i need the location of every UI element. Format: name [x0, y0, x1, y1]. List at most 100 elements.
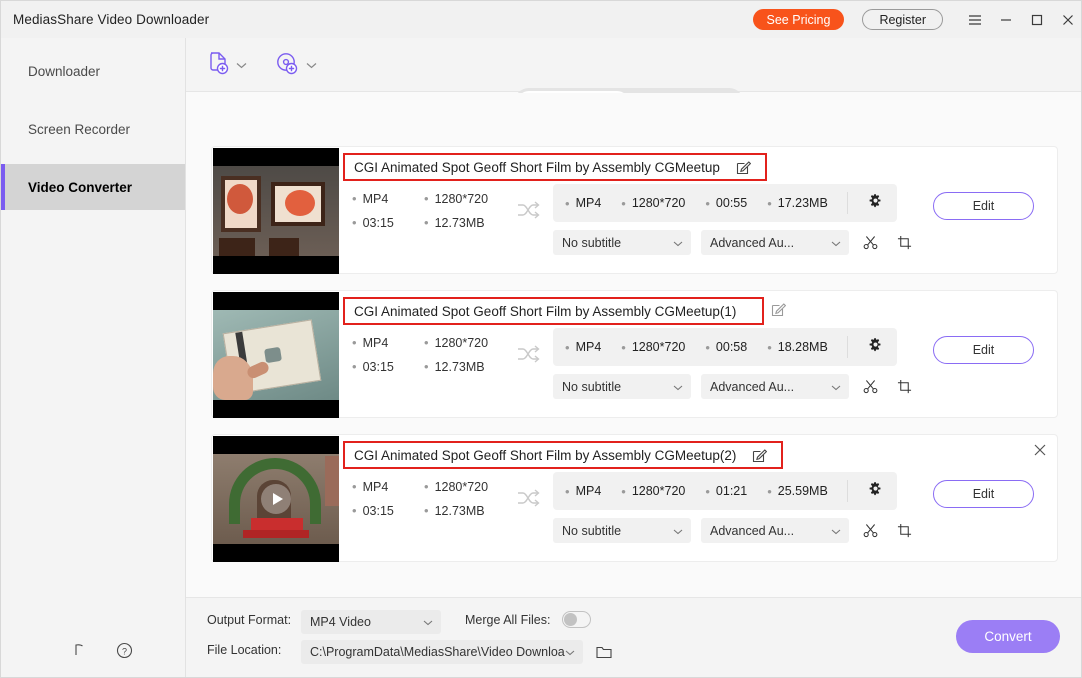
- chevron-down-icon: [673, 380, 683, 394]
- add-disc-button[interactable]: [276, 51, 317, 80]
- svg-text:?: ?: [121, 646, 126, 656]
- output-format-label: Output Format:: [207, 613, 291, 627]
- audio-select[interactable]: Advanced Au...: [701, 230, 849, 255]
- trim-scissors-icon[interactable]: [857, 374, 883, 399]
- divider: [847, 336, 848, 358]
- source-format: MP4: [352, 479, 424, 494]
- chevron-down-icon: [673, 524, 683, 538]
- minimize-icon[interactable]: [990, 1, 1021, 38]
- crop-icon[interactable]: [891, 518, 917, 543]
- edit-button[interactable]: Edit: [933, 192, 1034, 220]
- output-format-select[interactable]: MP4 Video: [301, 610, 441, 634]
- source-resolution: 1280*720: [424, 335, 488, 350]
- target-metadata: MP4 1280*720 00:55 17.23MB: [553, 184, 897, 222]
- file-title-highlight: CGI Animated Spot Geoff Short Film by As…: [343, 297, 764, 325]
- manual-book-icon[interactable]: [61, 635, 103, 665]
- sidebar-item-label: Screen Recorder: [28, 122, 130, 137]
- file-location-select[interactable]: C:\ProgramData\MediasShare\Video Downloa: [301, 640, 583, 664]
- subtitle-select[interactable]: No subtitle: [553, 374, 691, 399]
- gear-icon[interactable]: [868, 193, 883, 213]
- meta-row: 03:15 12.73MB: [352, 359, 502, 374]
- chevron-down-icon[interactable]: [236, 62, 247, 69]
- target-size: 25.59MB: [767, 484, 828, 499]
- chevron-down-icon[interactable]: [306, 62, 317, 69]
- register-button[interactable]: Register: [862, 9, 943, 30]
- browse-folder-icon[interactable]: [592, 640, 616, 664]
- edit-button[interactable]: Edit: [933, 480, 1034, 508]
- convert-button[interactable]: Convert: [956, 620, 1060, 653]
- target-resolution: 1280*720: [621, 484, 685, 499]
- toggle-knob: [564, 613, 577, 626]
- conversion-list: CGI Animated Spot Geoff Short Film by As…: [186, 93, 1082, 634]
- gear-icon[interactable]: [868, 481, 883, 501]
- meta-row: MP4 1280*720: [352, 479, 502, 494]
- subtitle-value: No subtitle: [562, 236, 621, 250]
- rename-icon[interactable]: [736, 160, 751, 175]
- target-metadata: MP4 1280*720 01:21 25.59MB: [553, 472, 897, 510]
- file-title-highlight: CGI Animated Spot Geoff Short Film by As…: [343, 153, 767, 181]
- play-icon[interactable]: [261, 484, 291, 514]
- crop-icon[interactable]: [891, 230, 917, 255]
- title-bar: MediasShare Video Downloader See Pricing…: [1, 1, 1082, 38]
- rename-icon[interactable]: [752, 448, 767, 463]
- chevron-down-icon: [673, 236, 683, 250]
- source-metadata: MP4 1280*720 03:15 12.73MB: [352, 191, 502, 239]
- chevron-down-icon: [831, 524, 841, 538]
- file-location-value: C:\ProgramData\MediasShare\Video Downloa: [310, 645, 565, 659]
- source-size: 12.73MB: [424, 215, 485, 230]
- thumbnail-image: [213, 166, 339, 256]
- video-thumbnail[interactable]: [213, 148, 339, 274]
- maximize-icon[interactable]: [1021, 1, 1052, 38]
- audio-value: Advanced Au...: [710, 524, 794, 538]
- trim-scissors-icon[interactable]: [857, 518, 883, 543]
- trim-scissors-icon[interactable]: [857, 230, 883, 255]
- sidebar-footer-icons: ?: [1, 635, 186, 665]
- divider: [847, 480, 848, 502]
- convert-arrows-icon[interactable]: [516, 200, 540, 225]
- add-file-button[interactable]: [208, 51, 247, 80]
- source-duration: 03:15: [352, 359, 424, 374]
- target-format: MP4: [565, 340, 601, 355]
- file-location-label: File Location:: [207, 643, 281, 657]
- sidebar-item-downloader[interactable]: Downloader: [1, 48, 185, 94]
- convert-arrows-icon[interactable]: [516, 488, 540, 513]
- convert-arrows-icon[interactable]: [516, 344, 540, 369]
- audio-select[interactable]: Advanced Au...: [701, 374, 849, 399]
- video-thumbnail[interactable]: [213, 436, 339, 562]
- sidebar-item-screen-recorder[interactable]: Screen Recorder: [1, 106, 185, 152]
- merge-all-files-label: Merge All Files:: [465, 613, 550, 627]
- close-icon[interactable]: [1052, 1, 1082, 38]
- table-row: CGI Animated Spot Geoff Short Film by As…: [211, 290, 1058, 418]
- crop-icon[interactable]: [891, 374, 917, 399]
- chevron-down-icon: [423, 615, 433, 629]
- subtitle-select[interactable]: No subtitle: [553, 518, 691, 543]
- app-title: MediasShare Video Downloader: [13, 12, 209, 27]
- sidebar-item-video-converter[interactable]: Video Converter: [1, 164, 185, 210]
- menu-icon[interactable]: [959, 1, 990, 38]
- remove-item-icon[interactable]: [1029, 439, 1051, 461]
- thumbnail-image: [213, 310, 339, 400]
- audio-value: Advanced Au...: [710, 236, 794, 250]
- edit-button[interactable]: Edit: [933, 336, 1034, 364]
- source-size: 12.73MB: [424, 503, 485, 518]
- target-duration: 00:58: [705, 340, 747, 355]
- see-pricing-button[interactable]: See Pricing: [753, 9, 845, 30]
- target-resolution: 1280*720: [621, 340, 685, 355]
- main-panel: Converting Finished CGI Animat: [186, 38, 1082, 678]
- audio-select[interactable]: Advanced Au...: [701, 518, 849, 543]
- sidebar-item-label: Downloader: [28, 64, 100, 79]
- subtitle-select[interactable]: No subtitle: [553, 230, 691, 255]
- divider: [847, 192, 848, 214]
- video-thumbnail[interactable]: [213, 292, 339, 418]
- rename-icon[interactable]: [771, 302, 786, 317]
- subtitle-value: No subtitle: [562, 524, 621, 538]
- chevron-down-icon: [565, 645, 575, 659]
- merge-all-files-toggle[interactable]: [562, 611, 591, 628]
- add-file-icon: [208, 51, 229, 80]
- help-icon[interactable]: ?: [103, 635, 145, 665]
- gear-icon[interactable]: [868, 337, 883, 357]
- target-resolution: 1280*720: [621, 196, 685, 211]
- audio-value: Advanced Au...: [710, 380, 794, 394]
- source-resolution: 1280*720: [424, 479, 488, 494]
- file-title: CGI Animated Spot Geoff Short Film by As…: [354, 304, 736, 319]
